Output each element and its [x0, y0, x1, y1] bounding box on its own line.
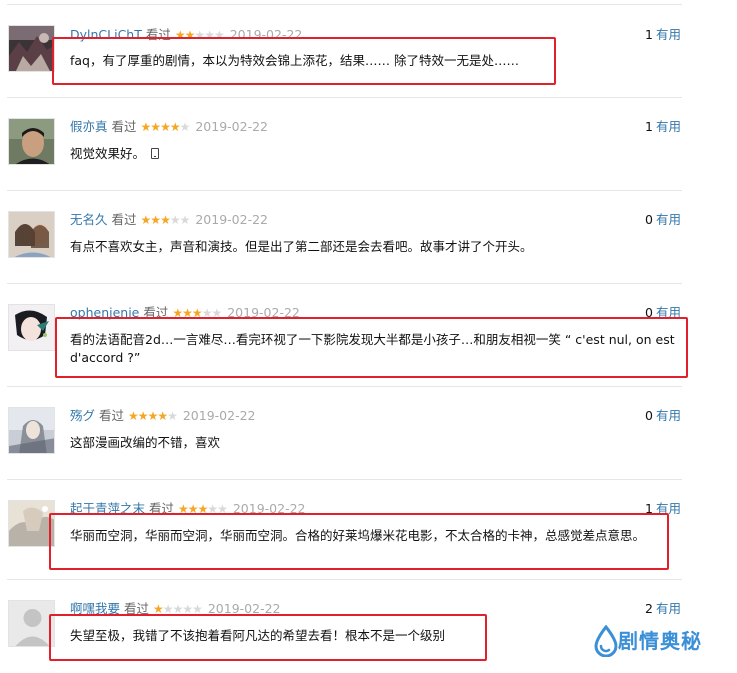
vote-number: 2: [645, 601, 653, 616]
star-icon: ★: [137, 409, 149, 423]
avatar[interactable]: [8, 211, 55, 258]
avatar[interactable]: [8, 407, 55, 454]
highlight-box: [49, 513, 669, 570]
vote-number: 0: [645, 212, 653, 227]
highlight-box: [55, 317, 688, 378]
watched-label: 看过: [111, 212, 137, 227]
star-icon: ★: [160, 213, 171, 227]
review-date: 2019-02-22: [195, 212, 269, 227]
review-item: 殇グ 看过 ★★★★★ 2019-02-22 0 有用 这部漫画改编的不错，喜欢: [0, 387, 737, 480]
useful-button[interactable]: 有用: [656, 27, 681, 42]
username-link[interactable]: 殇グ: [70, 408, 95, 423]
watched-label: 看过: [99, 408, 125, 423]
vote-count: 0 有用: [645, 211, 681, 229]
star-icon: ★: [140, 120, 152, 134]
review-text: 有点不喜欢女主，声音和演技。但是出了第二部还是会去看吧。故事才讲了个开头。: [70, 238, 680, 256]
drop-logo-icon: [594, 625, 618, 657]
review-text: 这部漫画改编的不错，喜欢: [70, 434, 680, 452]
highlight-box: [49, 614, 487, 661]
star-icon: ★: [179, 213, 191, 227]
comment-text: 有点不喜欢女主，声音和演技。但是出了第二部还是会去看吧。故事才讲了个开头。: [70, 239, 533, 254]
rating-stars: ★★★★★: [128, 407, 178, 425]
username-link[interactable]: 假亦真: [70, 119, 108, 134]
highlight-box: [52, 37, 556, 85]
useful-button[interactable]: 有用: [656, 408, 681, 423]
avatar[interactable]: [8, 600, 55, 647]
watched-label: 看过: [111, 119, 137, 134]
rating-stars: ★★★★★: [140, 118, 191, 136]
star-icon: ★: [150, 213, 161, 227]
rating-stars: ★★★★★: [140, 211, 191, 229]
comment-text: 视觉效果好。: [70, 146, 146, 161]
avatar[interactable]: [8, 25, 55, 72]
avatar[interactable]: [8, 500, 55, 547]
star-icon: ★: [140, 213, 152, 227]
vote-count: 0 有用: [645, 407, 681, 425]
review-meta: 殇グ 看过 ★★★★★ 2019-02-22: [70, 407, 256, 425]
review-item: 无名久 看过 ★★★★★ 2019-02-22 0 有用 有点不喜欢女主，声音和演技。但…: [0, 191, 737, 284]
useful-button[interactable]: 有用: [656, 119, 681, 134]
review-meta: 假亦真 看过 ★★★★★ 2019-02-22: [70, 118, 268, 136]
divider: [7, 4, 682, 5]
review-text: 视觉效果好。: [70, 145, 680, 163]
watermark-text: 剧情奥秘: [618, 629, 702, 653]
vote-number: 0: [645, 408, 653, 423]
vote-count: 2 有用: [645, 600, 681, 618]
vote-count: 1 有用: [645, 118, 681, 136]
review-date: 2019-02-22: [195, 119, 269, 134]
review-meta: 无名久 看过 ★★★★★ 2019-02-22: [70, 211, 268, 229]
star-icon: ★: [150, 120, 161, 134]
vote-count: 1 有用: [645, 26, 681, 44]
star-icon: ★: [167, 409, 178, 423]
useful-button[interactable]: 有用: [656, 212, 681, 227]
avatar[interactable]: [8, 118, 55, 165]
username-link[interactable]: 无名久: [70, 212, 108, 227]
star-icon: ★: [179, 120, 191, 134]
watermark: 剧情奥秘: [593, 625, 723, 659]
phone-icon: [151, 148, 160, 159]
review-list: DylnCLiChT 看过 ★★★★★ 2019-02-22 1 有用 faq，有了厚重…: [0, 0, 737, 673]
vote-number: 1: [645, 119, 653, 134]
review-item: 假亦真 看过 ★★★★★ 2019-02-22 1 有用 视觉效果好。: [0, 98, 737, 191]
vote-number: 1: [645, 27, 653, 42]
review-date: 2019-02-22: [182, 408, 256, 423]
star-icon: ★: [147, 409, 159, 423]
useful-button[interactable]: 有用: [656, 601, 681, 616]
star-icon: ★: [157, 409, 168, 423]
star-icon: ★: [169, 213, 181, 227]
star-icon: ★: [169, 120, 181, 134]
avatar[interactable]: [8, 304, 55, 351]
star-icon: ★: [128, 409, 139, 423]
star-icon: ★: [160, 120, 171, 134]
comment-text: 这部漫画改编的不错，喜欢: [70, 435, 221, 450]
